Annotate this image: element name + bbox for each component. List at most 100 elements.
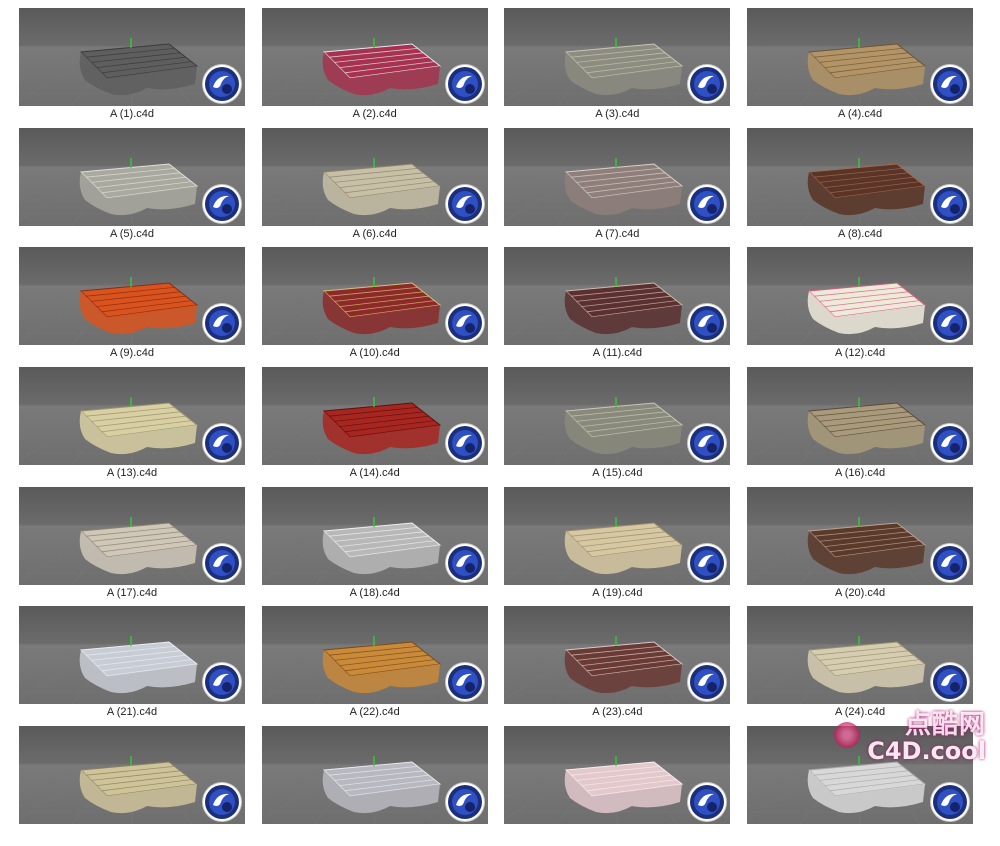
- file-tile[interactable]: A (8).c4d: [747, 127, 974, 248]
- file-name-label: [747, 826, 973, 840]
- file-tile[interactable]: A (3).c4d: [504, 8, 731, 128]
- cinema4d-logo-icon: [203, 543, 241, 582]
- file-thumbnail[interactable]: [504, 8, 731, 106]
- file-thumbnail[interactable]: [504, 486, 731, 585]
- file-thumbnail[interactable]: [261, 606, 488, 705]
- file-tile[interactable]: A (1).c4d: [19, 8, 245, 128]
- file-thumbnail[interactable]: [747, 367, 974, 466]
- file-thumbnail[interactable]: [747, 8, 974, 106]
- file-name-label: [19, 826, 245, 840]
- cinema4d-logo-icon: [203, 663, 241, 702]
- cinema4d-logo-icon: [445, 783, 484, 822]
- cinema4d-logo-icon: [445, 184, 484, 223]
- file-thumbnail[interactable]: [19, 127, 245, 226]
- file-name-label: A (11).c4d: [592, 347, 643, 360]
- watermark-en-text: C4D.cool: [867, 737, 986, 765]
- file-name-label: A (16).c4d: [834, 467, 886, 480]
- cinema4d-logo-icon: [203, 304, 241, 343]
- file-tile[interactable]: A (15).c4d: [504, 367, 731, 487]
- file-tile[interactable]: A (9).c4d: [19, 247, 245, 367]
- cinema4d-logo-icon: [445, 424, 484, 463]
- cinema4d-logo-icon: [688, 424, 727, 463]
- watermark-logo-icon: [834, 722, 860, 748]
- file-thumbnail[interactable]: [747, 127, 974, 226]
- file-tile[interactable]: [261, 726, 488, 846]
- file-tile[interactable]: A (19).c4d: [504, 486, 731, 607]
- cinema4d-logo-icon: [931, 543, 970, 582]
- file-thumbnail[interactable]: [19, 367, 245, 466]
- file-tile[interactable]: A (12).c4d: [747, 247, 974, 367]
- file-thumbnail[interactable]: [504, 367, 731, 466]
- file-tile[interactable]: A (7).c4d: [504, 127, 731, 248]
- file-thumbnail[interactable]: [261, 726, 488, 825]
- file-name-label: A (7).c4d: [595, 227, 640, 240]
- file-name-label: A (8).c4d: [838, 227, 883, 240]
- file-name-label: A (23).c4d: [592, 706, 643, 719]
- file-tile[interactable]: A (20).c4d: [747, 486, 974, 607]
- watermark-cn-text: 点酷网: [904, 710, 986, 740]
- cinema4d-logo-icon: [688, 663, 727, 702]
- cinema4d-logo-icon: [445, 304, 484, 343]
- file-name-label: A (9).c4d: [109, 347, 155, 360]
- file-name-label: A (4).c4d: [838, 108, 883, 120]
- file-tile[interactable]: [19, 726, 245, 846]
- file-tile[interactable]: [504, 726, 731, 846]
- file-tile[interactable]: A (6).c4d: [261, 127, 488, 248]
- file-thumbnail[interactable]: [19, 8, 245, 106]
- file-thumbnail[interactable]: [504, 247, 731, 346]
- file-tile[interactable]: A (14).c4d: [261, 367, 488, 487]
- cinema4d-logo-icon: [931, 304, 970, 343]
- cinema4d-logo-icon: [688, 783, 727, 822]
- file-thumbnail[interactable]: [261, 486, 488, 585]
- file-name-label: A (18).c4d: [349, 586, 400, 599]
- file-name-label: A (17).c4d: [106, 586, 158, 599]
- file-thumbnail[interactable]: [261, 367, 488, 466]
- file-thumbnail[interactable]: [261, 247, 488, 346]
- file-tile[interactable]: A (10).c4d: [261, 247, 488, 367]
- file-thumbnail[interactable]: [504, 606, 731, 705]
- file-tile[interactable]: A (11).c4d: [504, 247, 731, 367]
- cinema4d-logo-icon: [688, 304, 727, 343]
- file-tile[interactable]: A (5).c4d: [19, 127, 245, 248]
- file-tile[interactable]: A (23).c4d: [504, 606, 731, 726]
- file-tile[interactable]: A (16).c4d: [747, 367, 974, 487]
- file-tile[interactable]: A (2).c4d: [261, 8, 488, 128]
- file-name-label: A (14).c4d: [349, 467, 400, 480]
- cinema4d-logo-icon: [931, 184, 970, 223]
- file-name-label: A (21).c4d: [106, 706, 158, 719]
- file-thumbnail[interactable]: [19, 486, 245, 585]
- file-tile[interactable]: A (4).c4d: [747, 8, 974, 128]
- file-name-label: A (12).c4d: [834, 347, 886, 360]
- file-name-label: A (5).c4d: [109, 227, 155, 240]
- file-tile[interactable]: A (13).c4d: [19, 367, 245, 487]
- file-thumbnail[interactable]: [504, 127, 731, 226]
- cinema4d-logo-icon: [203, 424, 241, 463]
- cinema4d-logo-icon: [203, 184, 241, 223]
- file-thumbnail[interactable]: [747, 486, 974, 585]
- file-name-label: A (3).c4d: [595, 108, 640, 120]
- file-tile[interactable]: A (22).c4d: [261, 606, 488, 726]
- file-name-label: A (6).c4d: [352, 227, 397, 240]
- cinema4d-logo-icon: [445, 65, 484, 103]
- file-tile[interactable]: A (18).c4d: [261, 486, 488, 607]
- file-thumbnail[interactable]: [261, 127, 488, 226]
- watermark: 点酷网 C4D.cool: [867, 712, 986, 764]
- cinema4d-logo-icon: [203, 65, 241, 103]
- file-thumbnail[interactable]: [504, 726, 731, 825]
- file-thumbnail[interactable]: [19, 726, 245, 825]
- file-thumbnail[interactable]: [747, 247, 974, 346]
- cinema4d-logo-icon: [445, 663, 484, 702]
- file-tile[interactable]: A (21).c4d: [19, 606, 245, 726]
- file-tile[interactable]: A (17).c4d: [19, 486, 245, 607]
- cinema4d-logo-icon: [931, 65, 970, 103]
- file-thumbnail[interactable]: [747, 606, 974, 705]
- file-name-label: A (13).c4d: [106, 467, 158, 480]
- cinema4d-logo-icon: [931, 783, 970, 822]
- file-thumbnail[interactable]: [19, 247, 245, 346]
- file-name-label: A (20).c4d: [834, 586, 886, 599]
- cinema4d-logo-icon: [445, 543, 484, 582]
- file-thumbnail[interactable]: [261, 8, 488, 106]
- file-thumbnail[interactable]: [19, 606, 245, 705]
- file-tile[interactable]: A (24).c4d: [747, 606, 974, 726]
- cinema4d-logo-icon: [688, 543, 727, 582]
